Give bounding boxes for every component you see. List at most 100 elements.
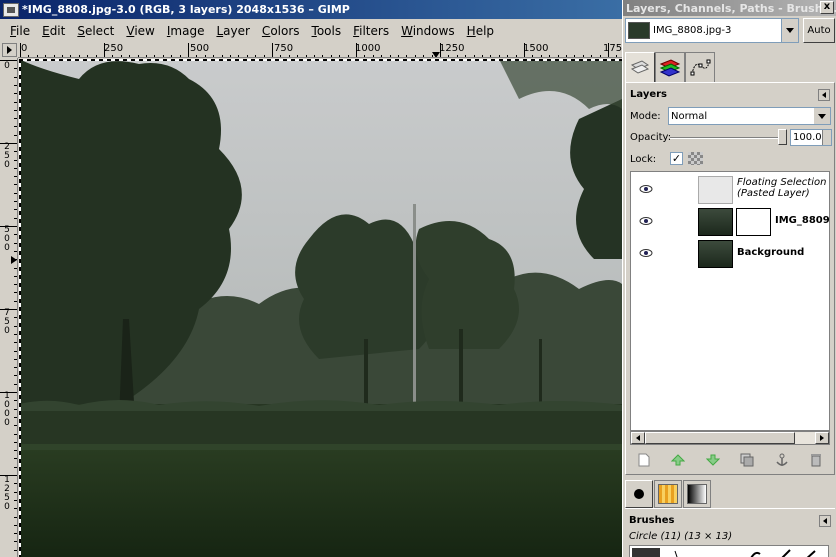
v-ruler-label: 250 xyxy=(3,143,11,170)
quick-mask-toggle[interactable] xyxy=(2,43,17,57)
scroll-right-button[interactable] xyxy=(815,432,829,444)
vertical-ruler[interactable]: 0 250 500 750 1000 1250 xyxy=(0,58,18,557)
anchor-icon xyxy=(775,453,788,466)
duplicate-layer-button[interactable] xyxy=(737,451,757,469)
tab-gradients[interactable] xyxy=(683,480,711,508)
menu-colors[interactable]: Colors xyxy=(256,22,306,40)
image-selector-dropdown[interactable] xyxy=(781,19,798,42)
menu-image[interactable]: Image xyxy=(161,22,211,40)
ruler-tick xyxy=(14,77,17,78)
delete-layer-button[interactable] xyxy=(806,451,826,469)
lower-layer-button[interactable] xyxy=(703,451,723,469)
image-window: *IMG_8808.jpg-3.0 (RGB, 3 layers) 2048x1… xyxy=(0,0,622,557)
ruler-tick xyxy=(448,55,449,57)
brush-grid[interactable] xyxy=(629,545,829,557)
menu-file[interactable]: File xyxy=(4,22,36,40)
ruler-tick xyxy=(600,55,601,57)
trash-icon xyxy=(810,454,821,467)
menu-edit[interactable]: Edit xyxy=(36,22,71,40)
chevron-down-icon xyxy=(818,113,826,119)
menu-select[interactable]: Select xyxy=(71,22,120,40)
tab-channels[interactable] xyxy=(655,52,685,82)
brushes-panel-title: Brushes xyxy=(629,515,675,526)
h-ruler-label: 500 xyxy=(190,43,210,54)
ruler-tick xyxy=(79,55,80,57)
anchor-layer-button[interactable] xyxy=(772,451,792,469)
eye-icon[interactable] xyxy=(639,184,653,194)
raise-layer-button[interactable] xyxy=(668,451,688,469)
new-layer-button[interactable] xyxy=(634,451,654,469)
tab-paths[interactable] xyxy=(685,52,715,82)
tab-patterns[interactable] xyxy=(654,480,682,508)
lock-pixels-checkbox[interactable]: ✓ xyxy=(670,152,683,165)
dock-title: Layers, Channels, Paths - Brushe… xyxy=(626,1,836,15)
ruler-tick xyxy=(616,55,617,57)
ruler-tick xyxy=(14,135,17,136)
eye-icon[interactable] xyxy=(639,248,653,258)
ruler-tick xyxy=(14,409,17,410)
layer-thumbnail xyxy=(698,176,733,204)
layer-row-background[interactable]: Background xyxy=(631,238,829,270)
image-canvas[interactable] xyxy=(19,59,622,557)
ruler-tick xyxy=(574,55,575,57)
image-thumbnail xyxy=(628,22,650,39)
image-window-titlebar[interactable]: *IMG_8808.jpg-3.0 (RGB, 3 layers) 2048x1… xyxy=(0,0,622,19)
layer-mask-thumbnail[interactable] xyxy=(736,208,771,236)
layer-thumbnail xyxy=(698,208,733,236)
menu-tools[interactable]: Tools xyxy=(306,22,348,40)
ruler-tick xyxy=(138,55,139,57)
mode-select[interactable]: Normal xyxy=(668,107,831,125)
scroll-thumb[interactable] xyxy=(645,432,795,444)
ruler-tick xyxy=(14,342,17,343)
layer-list-hscrollbar[interactable] xyxy=(630,431,830,445)
brushes-panel-menu-button[interactable] xyxy=(819,515,831,527)
ruler-tick xyxy=(14,359,17,360)
ruler-tick xyxy=(465,55,466,57)
ruler-tick xyxy=(297,55,298,57)
tab-layers[interactable] xyxy=(625,52,655,83)
ruler-tick xyxy=(14,85,17,86)
menu-layer[interactable]: Layer xyxy=(210,22,255,40)
dock-titlebar[interactable]: Layers, Channels, Paths - Brushe… xyxy=(623,0,836,16)
ruler-tick xyxy=(213,55,214,57)
dock-close-button[interactable]: x xyxy=(820,1,834,14)
ruler-tick xyxy=(14,93,17,94)
opacity-spin-arrows[interactable] xyxy=(822,130,831,145)
ruler-tick xyxy=(364,55,365,57)
ruler-tick xyxy=(14,434,17,435)
ruler-tick xyxy=(96,55,97,57)
scroll-left-button[interactable] xyxy=(631,432,645,444)
image-selector[interactable]: IMG_8808.jpg-3 xyxy=(625,18,799,43)
menu-view[interactable]: View xyxy=(120,22,160,40)
layer-row-floating[interactable]: Floating Selection (Pasted Layer) xyxy=(631,174,829,206)
lock-alpha-icon[interactable] xyxy=(688,152,703,165)
mode-dropdown-button[interactable] xyxy=(814,108,830,124)
eye-icon[interactable] xyxy=(639,216,653,226)
opacity-slider-handle[interactable] xyxy=(778,129,787,145)
arrow-up-icon xyxy=(671,454,686,466)
paths-icon xyxy=(690,59,711,75)
menu-filters[interactable]: Filters xyxy=(347,22,395,40)
ruler-tick xyxy=(14,160,17,161)
tab-brushes[interactable] xyxy=(625,480,653,508)
ruler-tick xyxy=(398,55,399,57)
ruler-tick xyxy=(14,68,17,69)
layers-panel-menu-button[interactable] xyxy=(818,89,830,101)
horizontal-ruler[interactable]: 0 250 500 750 1000 1250 1500 175 xyxy=(18,43,622,58)
auto-button[interactable]: Auto xyxy=(803,18,835,43)
opacity-spinbutton[interactable]: 100.0 xyxy=(790,129,832,146)
pattern-icon xyxy=(658,484,678,504)
menu-help[interactable]: Help xyxy=(461,22,500,40)
ruler-tick xyxy=(14,110,17,111)
layer-row-img8809[interactable]: IMG_8809 xyxy=(631,206,829,238)
pointer-marker-icon xyxy=(11,256,17,264)
ruler-tick xyxy=(14,334,17,335)
current-brush-name: Circle (11) (13 × 13) xyxy=(629,531,733,542)
ruler-tick xyxy=(28,55,29,57)
opacity-slider-track[interactable] xyxy=(670,137,784,139)
brush-previews xyxy=(632,548,816,557)
ruler-tick xyxy=(37,55,38,57)
menu-windows[interactable]: Windows xyxy=(395,22,461,40)
ruler-tick xyxy=(583,55,584,57)
ruler-tick xyxy=(45,55,46,57)
